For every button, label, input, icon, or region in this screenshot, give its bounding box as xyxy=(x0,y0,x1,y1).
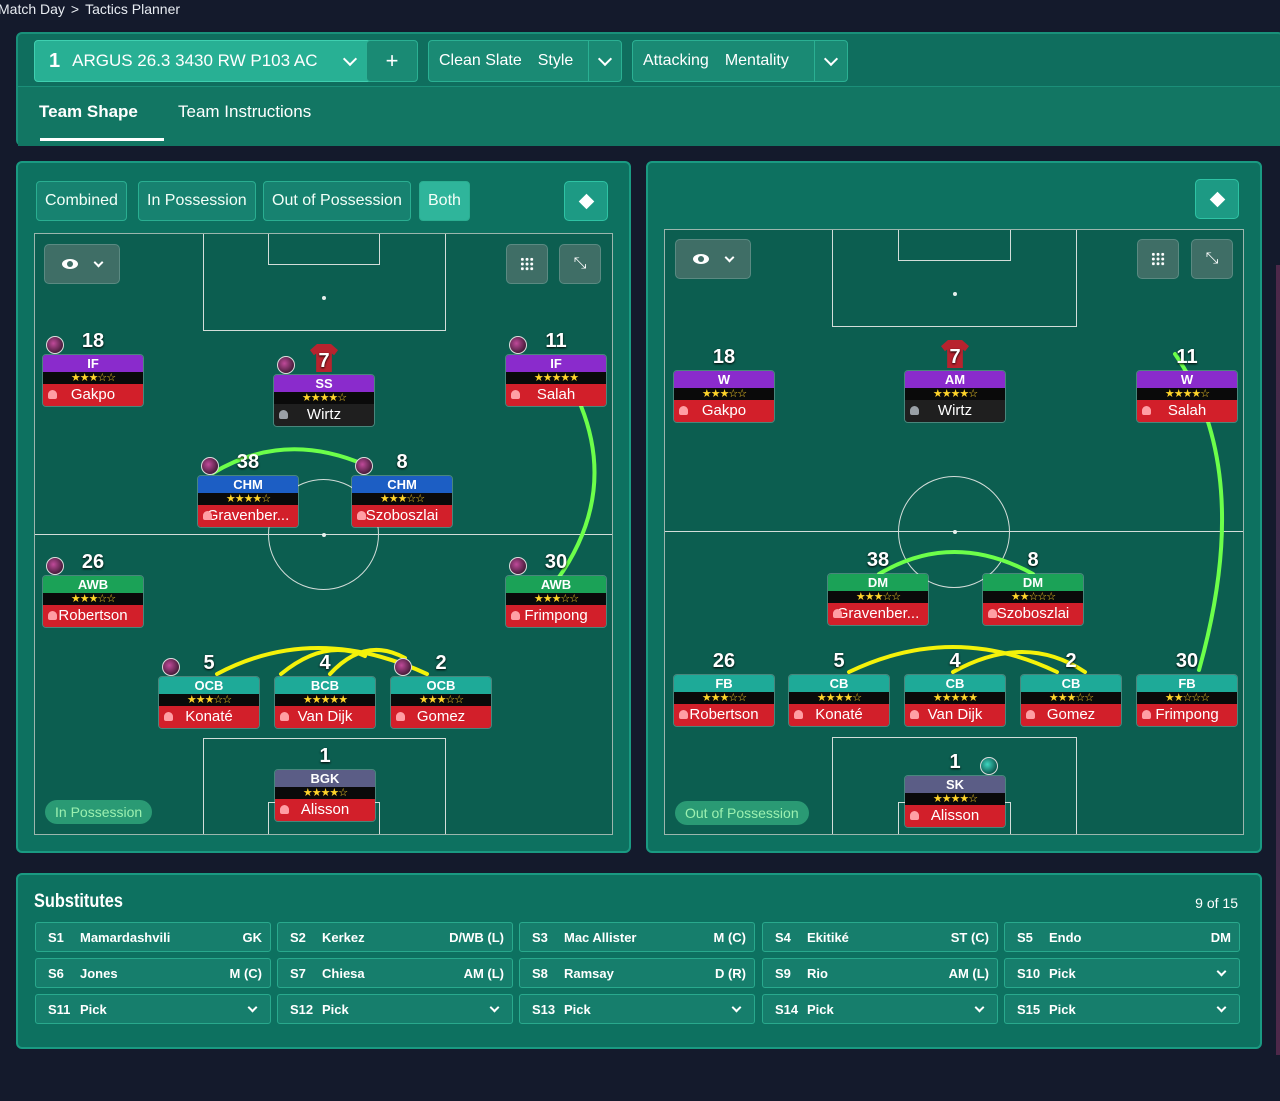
expand-button[interactable]: ⤡ xyxy=(1191,239,1233,279)
player-card[interactable]: 8 DM ★★☆☆☆ Szoboszlai xyxy=(982,549,1084,626)
eye-icon xyxy=(61,259,78,269)
sub-slot-5[interactable]: S5 Endo DM xyxy=(1004,922,1240,952)
sub-slot-6[interactable]: S6 Jones M (C) xyxy=(35,958,271,988)
player-card[interactable]: 8 CHM ★★★☆☆ Szoboszlai xyxy=(351,451,453,528)
tab-team-instructions[interactable]: Team Instructions xyxy=(178,102,311,122)
diamond-icon xyxy=(1209,191,1225,207)
expand-button[interactable]: ⤡ xyxy=(559,244,601,284)
sub-slot-1[interactable]: S1 Mamardashvili GK xyxy=(35,922,271,952)
style-dropdown[interactable]: Clean Slate Style xyxy=(428,40,622,82)
sub-slot-14[interactable]: S14 Pick xyxy=(762,994,998,1024)
sub-slot-9[interactable]: S9 Rio AM (L) xyxy=(762,958,998,988)
grid-icon xyxy=(1151,252,1165,266)
sub-slot-2[interactable]: S2 Kerkez D/WB (L) xyxy=(277,922,513,952)
player-card[interactable]: 30 FB ★★☆☆☆ Frimpong xyxy=(1136,650,1238,727)
grid-view-button[interactable] xyxy=(1137,239,1179,279)
player-card[interactable]: 1 SK ★★★★☆ Alisson xyxy=(904,751,1006,828)
player-card[interactable]: 38 CHM ★★★★☆ Gravenber... xyxy=(197,451,299,528)
phase-label: Out of Possession xyxy=(675,801,809,825)
side-scroll-strip[interactable] xyxy=(1276,265,1280,1055)
tactic-options-button[interactable] xyxy=(564,181,608,221)
pitch-in-possession: ⤡ In Possession 18 IF ★★★☆☆ Gakpo 7 SS ★★★★… xyxy=(34,233,613,835)
plus-icon: + xyxy=(385,48,399,73)
player-card[interactable]: 11 IF ★★★★★ Salah xyxy=(505,330,607,407)
chevron-down-icon xyxy=(731,1002,742,1012)
player-card[interactable]: 30 AWB ★★★☆☆ Frimpong xyxy=(505,551,607,628)
expand-icon: ⤡ xyxy=(1205,250,1219,267)
toggle-both[interactable]: Both xyxy=(419,181,470,221)
player-card[interactable]: 26 AWB ★★★☆☆ Robertson xyxy=(42,551,144,628)
tactic-slot-number: 1 xyxy=(49,49,61,72)
chevron-down-icon xyxy=(823,51,839,66)
substitutes-panel: Substitutes 9 of 15 S1 Mamardashvili GK S2… xyxy=(16,873,1262,1049)
sub-slot-10[interactable]: S10 Pick xyxy=(1004,958,1240,988)
player-card[interactable]: 18 W ★★★☆☆ Gakpo xyxy=(673,346,775,423)
sub-slot-11[interactable]: S11 Pick xyxy=(35,994,271,1024)
player-card[interactable]: 5 OCB ★★★☆☆ Konaté xyxy=(158,652,260,729)
grid-view-button[interactable] xyxy=(506,244,548,284)
breadcrumb-current: Tactics Planner xyxy=(85,1,181,17)
tactic-name: ARGUS 26.3 3430 RW P103 AC xyxy=(72,51,318,70)
substitutes-count: 9 of 15 xyxy=(1195,895,1238,911)
chevron-down-icon xyxy=(597,51,613,66)
player-card[interactable]: 2 OCB ★★★☆☆ Gomez xyxy=(390,652,492,729)
chevron-down-icon xyxy=(724,252,735,262)
tab-team-shape[interactable]: Team Shape xyxy=(39,102,138,122)
eye-icon xyxy=(692,254,709,264)
toggle-out-of-possession[interactable]: Out of Possession xyxy=(263,181,411,221)
chevron-down-icon xyxy=(974,1002,985,1012)
player-card[interactable]: 2 CB ★★★☆☆ Gomez xyxy=(1020,650,1122,727)
substitutes-title: Substitutes xyxy=(34,891,123,912)
mentality-value: Attacking xyxy=(643,52,709,69)
player-card[interactable]: 38 DM ★★★☆☆ Gravenber... xyxy=(827,549,929,626)
active-tab-indicator xyxy=(40,138,164,141)
chevron-down-icon xyxy=(1216,966,1227,976)
player-card[interactable]: 4 BCB ★★★★★ Van Dijk xyxy=(274,652,376,729)
breadcrumb-separator: > xyxy=(70,1,80,17)
chevron-down-icon xyxy=(1216,1002,1227,1012)
grid-icon xyxy=(520,257,534,271)
player-card[interactable]: 18 IF ★★★☆☆ Gakpo xyxy=(42,330,144,407)
player-card[interactable]: 11 W ★★★★☆ Salah xyxy=(1136,346,1238,423)
pitch-out-of-possession: ⤡ Out of Possession 18 W ★★★☆☆ Gakpo 7 AM ★… xyxy=(664,229,1244,835)
breadcrumb: Match Day > Tactics Planner xyxy=(0,0,180,18)
chevron-down-icon xyxy=(489,1002,500,1012)
mentality-dropdown[interactable]: Attacking Mentality xyxy=(632,40,848,82)
add-tactic-button[interactable]: + xyxy=(366,40,418,82)
style-value: Clean Slate xyxy=(439,52,522,69)
sub-slot-3[interactable]: S3 Mac Allister M (C) xyxy=(519,922,755,952)
sub-slot-7[interactable]: S7 Chiesa AM (L) xyxy=(277,958,513,988)
chevron-down-icon xyxy=(247,1002,258,1012)
visibility-toggle[interactable] xyxy=(675,239,751,279)
sub-slot-13[interactable]: S13 Pick xyxy=(519,994,755,1024)
player-card[interactable]: 1 BGK ★★★★☆ Alisson xyxy=(274,745,376,822)
sub-slot-15[interactable]: S15 Pick xyxy=(1004,994,1240,1024)
player-card[interactable]: 26 FB ★★★☆☆ Robertson xyxy=(673,650,775,727)
toggle-in-possession[interactable]: In Possession xyxy=(138,181,256,221)
player-links xyxy=(847,352,1225,674)
player-card[interactable]: 4 CB ★★★★★ Van Dijk xyxy=(904,650,1006,727)
player-card[interactable]: 5 CB ★★★★☆ Konaté xyxy=(788,650,890,727)
tactic-header: 1 ARGUS 26.3 3430 RW P103 AC + Clean Sla… xyxy=(16,32,1280,146)
expand-icon: ⤡ xyxy=(573,255,587,272)
toggle-combined[interactable]: Combined xyxy=(36,181,127,221)
tactic-selector[interactable]: 1 ARGUS 26.3 3430 RW P103 AC xyxy=(34,40,376,82)
mentality-label: Mentality xyxy=(724,52,789,69)
sub-slot-4[interactable]: S4 Ekitiké ST (C) xyxy=(762,922,998,952)
player-card[interactable]: 7 SS ★★★★☆ Wirtz xyxy=(273,344,375,427)
chevron-down-icon xyxy=(93,257,104,267)
player-card[interactable]: 7 AM ★★★★☆ Wirtz xyxy=(904,340,1006,423)
diamond-icon xyxy=(578,193,594,209)
style-label: Style xyxy=(537,52,574,69)
tactic-options-button[interactable] xyxy=(1195,179,1239,219)
chevron-down-icon xyxy=(342,51,358,66)
sub-slot-8[interactable]: S8 Ramsay D (R) xyxy=(519,958,755,988)
visibility-toggle[interactable] xyxy=(44,244,120,284)
sub-slot-12[interactable]: S12 Pick xyxy=(277,994,513,1024)
breadcrumb-root[interactable]: Match Day xyxy=(0,1,65,17)
phase-label: In Possession xyxy=(45,800,153,824)
